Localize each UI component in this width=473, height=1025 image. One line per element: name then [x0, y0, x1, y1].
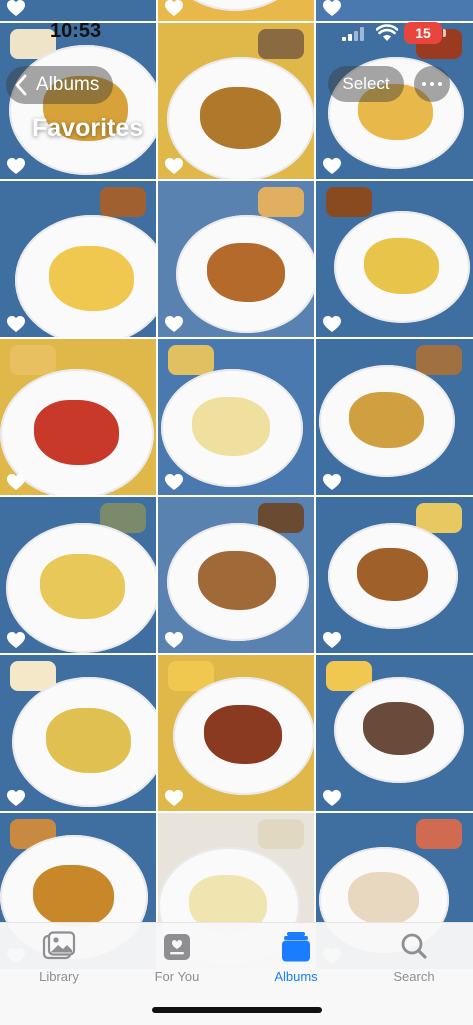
photo-content — [6, 523, 156, 653]
favorite-heart-icon — [322, 789, 342, 807]
photo-thumbnail[interactable] — [158, 655, 314, 811]
favorite-heart-icon — [322, 473, 342, 491]
back-button[interactable]: Albums — [6, 66, 114, 104]
photo-content — [198, 551, 277, 611]
cellular-signal-icon — [342, 27, 364, 41]
select-button[interactable]: Select — [328, 66, 404, 102]
favorite-heart-icon — [164, 473, 184, 491]
photo-content — [362, 702, 435, 756]
favorite-heart-icon — [6, 789, 26, 807]
photo-content — [32, 864, 114, 927]
ellipsis-dot — [438, 82, 442, 86]
tab-search-label: Search — [393, 969, 435, 984]
tab-for-you-label: For You — [154, 969, 200, 984]
chevron-left-icon — [15, 74, 27, 96]
photo-content — [168, 345, 214, 375]
favorite-heart-icon — [164, 315, 184, 333]
albums-icon — [282, 932, 310, 962]
search-icon — [401, 933, 427, 959]
favorite-heart-icon — [6, 315, 26, 333]
tab-albums[interactable]: Albums — [246, 931, 346, 984]
battery-indicator: 15 — [404, 22, 442, 44]
tab-library[interactable]: Library — [9, 931, 109, 984]
photo-content — [161, 369, 303, 487]
photo-thumbnail[interactable] — [0, 655, 156, 811]
status-time: 10:53 — [50, 20, 102, 42]
photo-thumbnail[interactable] — [158, 497, 314, 653]
photo-thumbnail[interactable] — [316, 655, 473, 811]
photo-content — [319, 365, 455, 477]
status-bar: 10:53 15 — [0, 0, 473, 50]
photo-content — [192, 397, 271, 457]
photo-content — [48, 246, 134, 312]
favorite-heart-icon — [6, 473, 26, 491]
photo-content — [15, 215, 156, 337]
photo-content — [199, 86, 281, 149]
photo-content — [416, 345, 462, 375]
favorite-heart-icon — [164, 157, 184, 175]
photo-content — [45, 708, 131, 774]
photo-grid — [0, 0, 473, 969]
photo-content — [348, 391, 424, 448]
photo-thumbnail[interactable] — [0, 181, 156, 337]
photo-content — [173, 677, 314, 795]
home-indicator — [152, 1007, 322, 1013]
photo-content — [334, 677, 464, 783]
photo-content — [328, 523, 458, 629]
photo-content — [347, 872, 420, 926]
for-you-icon — [164, 934, 190, 960]
photo-content — [9, 45, 156, 175]
photo-content — [258, 819, 304, 849]
ellipsis-dot — [430, 82, 434, 86]
photo-content — [207, 243, 286, 303]
tab-library-label: Library — [39, 969, 79, 984]
favorite-heart-icon — [6, 631, 26, 649]
favorite-heart-icon — [164, 789, 184, 807]
photo-content — [334, 211, 470, 323]
photo-content — [204, 705, 283, 765]
photo-content — [326, 187, 372, 217]
photo-thumbnail[interactable] — [316, 181, 473, 337]
battery-cap — [443, 29, 446, 37]
favorite-heart-icon — [322, 157, 342, 175]
more-options-button[interactable] — [414, 66, 450, 102]
photo-thumbnail[interactable] — [158, 339, 314, 495]
back-button-label: Albums — [36, 74, 100, 95]
photo-content — [258, 187, 304, 217]
photo-thumbnail[interactable] — [316, 497, 473, 653]
tab-search[interactable]: Search — [364, 931, 464, 984]
tab-for-you[interactable]: For You — [127, 931, 227, 984]
photo-content — [363, 237, 439, 294]
page-title: Favorites — [32, 114, 144, 142]
photo-content — [33, 400, 119, 466]
wifi-icon — [376, 24, 398, 41]
favorite-heart-icon — [164, 631, 184, 649]
photo-thumbnail[interactable] — [0, 339, 156, 495]
photo-library-icon — [42, 931, 76, 960]
photo-thumbnail[interactable] — [158, 181, 314, 337]
favorite-heart-icon — [6, 157, 26, 175]
photo-content — [167, 523, 309, 641]
tab-albums-label: Albums — [274, 969, 318, 984]
photo-thumbnail[interactable] — [0, 497, 156, 653]
photo-content — [100, 187, 146, 217]
photo-content — [167, 57, 314, 179]
favorite-heart-icon — [322, 631, 342, 649]
photo-content — [356, 548, 429, 602]
favorite-heart-icon — [322, 315, 342, 333]
photo-content — [416, 819, 462, 849]
photo-content — [12, 677, 156, 807]
photo-content — [10, 345, 56, 375]
photo-content — [176, 215, 314, 333]
photo-thumbnail[interactable] — [316, 339, 473, 495]
photo-content — [39, 554, 125, 620]
ellipsis-icon — [422, 82, 426, 86]
